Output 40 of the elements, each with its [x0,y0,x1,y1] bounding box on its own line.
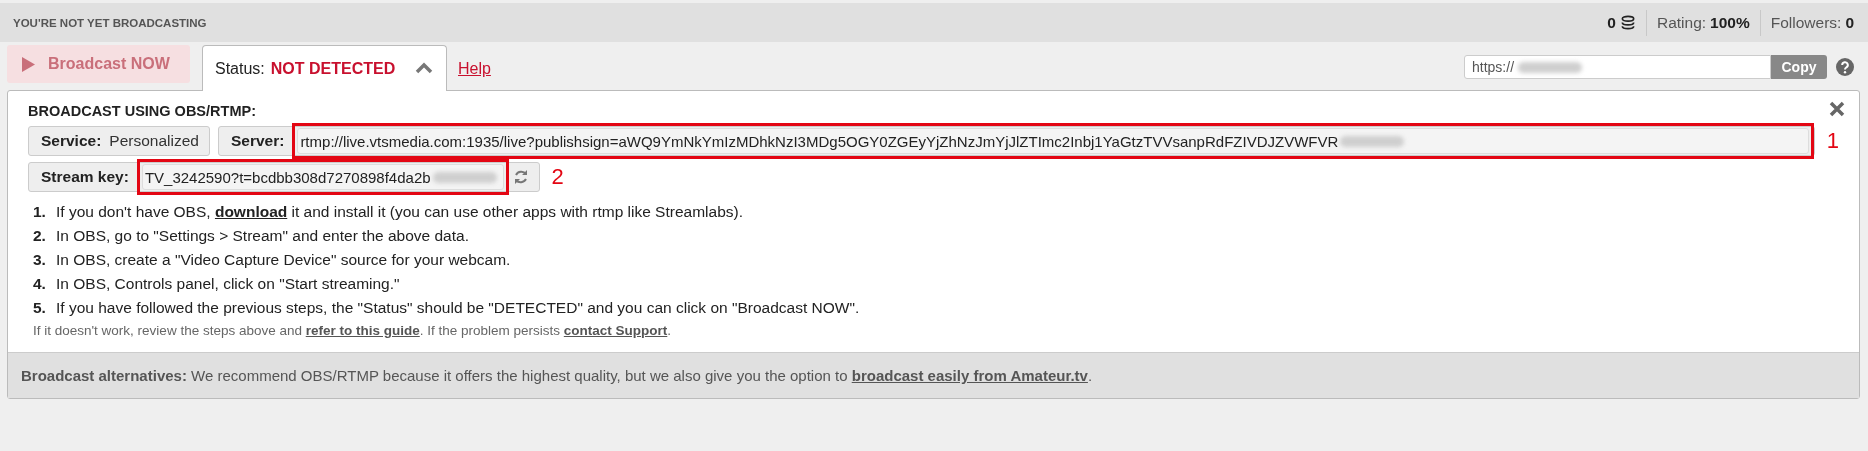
link[interactable]: broadcast easily from Amateur.tv [851,367,1088,384]
followers-label: Followers: [1770,13,1842,32]
broadcast-status-title: YOU'RE NOT YET BROADCASTING [13,16,207,29]
help-note: If it doesn't work, review the steps above and refer to this guide. If the problem persists contact Support. [32,322,673,340]
step-number: 3. [33,250,47,270]
coins-icon [1619,14,1636,31]
copy-button[interactable]: Copy [1771,55,1827,79]
step-text: If you don't have OBS, download it and install it (you can use other apps with rtmp like Streamlabs). [56,202,743,222]
rating-value: 100% [1710,13,1750,32]
link[interactable]: download [214,203,288,220]
followers-value: 0 [1845,13,1854,32]
link[interactable]: refer to this guide [305,323,420,338]
chevron-icon [415,62,433,75]
step-text: If you have followed the previous steps, the "Status" should be "DETECTED" and you can click on "Broadcast NOW". [56,298,860,318]
refresh-icon [512,169,529,185]
field-value: Personalized [109,132,199,150]
status-tab[interactable]: Status: NOT DETECTED [202,45,447,91]
field-label: Stream key: [41,168,129,186]
field-label: Service: [41,132,102,150]
annotation-number: 2 [551,164,564,190]
coin-count: 0 [1607,13,1616,32]
play-icon [22,56,35,72]
annotation-number: 1 [1826,128,1839,154]
alternatives-text: Broadcast alternatives: We recommend OBS/RTMP because it offers the highest quality, but we also give you the option to broadcast easily from Amateur.tv. [21,367,1093,384]
step-number: 4. [33,274,47,294]
stream-key-field[interactable]: TV_3242590?t=bcdbb308d7270898f4da2b [141,164,504,190]
step-number: 1. [33,202,47,222]
step-text: In OBS, Controls panel, click on "Start streaming." [56,274,400,294]
server-field[interactable]: rtmp://live.vtsmedia.com:1935/live?publishsign=aWQ9YmNkYmIzMDhkNzI3MDg5OGY0ZGEyYjZhNzJmYjJlZTImc2Inbj1YaGtzTVVsanpRdFZIVDJZVWFVR [297,128,1809,154]
rating-label: Rating: [1656,13,1707,32]
step-text: In OBS, create a "Video Capture Device" source for your webcam. [56,250,511,270]
step-number: 5. [33,298,47,318]
url-field[interactable]: https:// [1464,55,1771,79]
close-icon[interactable] [1829,101,1845,117]
step-number: 2. [33,226,47,246]
field-label: Server: [230,132,285,150]
help-link[interactable]: Help [458,60,491,78]
help-icon [1836,58,1854,76]
step-text: In OBS, go to "Settings > Stream" and enter the above data. [56,226,469,246]
section-title: BROADCAST USING OBS/RTMP: [28,103,256,119]
